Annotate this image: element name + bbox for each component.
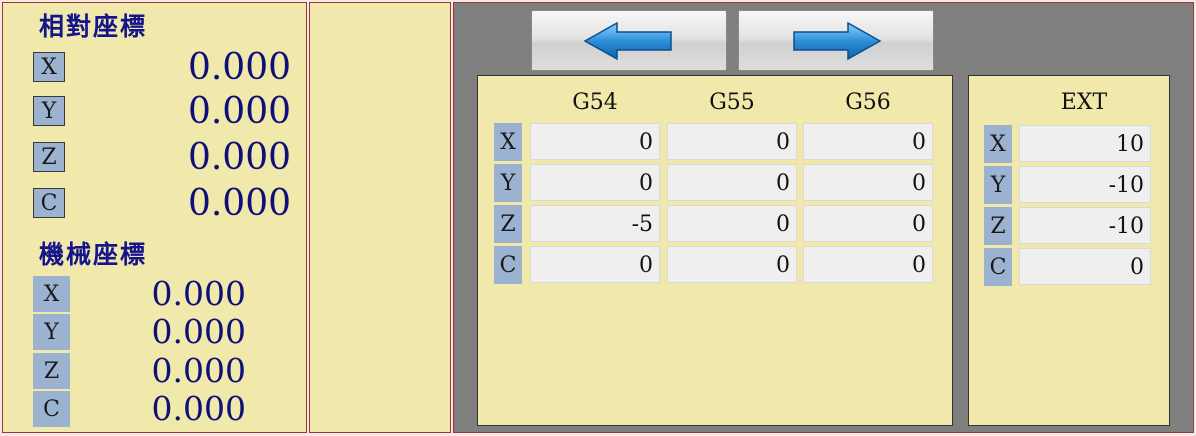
g56-z-cell[interactable]: 0 [803,205,933,242]
column-header-ext: EXT [1060,90,1108,115]
column-header-g55: G55 [709,90,755,115]
machine-row-y: Y 0.000 [31,312,246,351]
offset-axis-x: X [494,123,522,161]
g56-y-cell[interactable]: 0 [803,164,933,201]
g55-z-cell[interactable]: 0 [667,205,797,242]
work-offset-panel: G54 G55 G56 X Y Z C 0 0 0 0 0 0 -5 0 0 0… [453,2,1194,433]
g55-c-cell[interactable]: 0 [667,246,797,283]
ext-axis-z: Z [984,207,1012,245]
machine-z-value: 0.000 [151,351,246,390]
relative-row-z: Z 0.000 [31,137,291,178]
relative-axis-x-button[interactable]: X [33,52,65,82]
relative-y-value: 0.000 [187,91,291,132]
machine-c-value: 0.000 [151,389,246,428]
ext-c-cell[interactable]: 0 [1019,248,1151,285]
arrow-left-icon [583,21,672,60]
g55-x-cell[interactable]: 0 [667,123,797,160]
blank-panel [309,2,451,433]
relative-row-y: Y 0.000 [31,91,291,132]
machine-axis-z-label: Z [33,353,70,389]
offset-axis-c: C [494,246,522,284]
relative-axis-z-button[interactable]: Z [33,142,65,172]
g56-c-cell[interactable]: 0 [803,246,933,283]
relative-row-c: C 0.000 [31,183,291,224]
machine-x-value: 0.000 [151,274,246,313]
column-header-g56: G56 [845,90,891,115]
relative-x-value: 0.000 [187,47,291,88]
column-header-g54: G54 [572,90,618,115]
g56-x-cell[interactable]: 0 [803,123,933,160]
machine-axis-c-label: C [33,391,70,427]
ext-x-cell[interactable]: 10 [1019,125,1151,162]
previous-page-button[interactable] [531,10,727,71]
relative-axis-y-button[interactable]: Y [33,96,65,126]
g54-x-cell[interactable]: 0 [530,123,660,160]
machine-axis-y-label: Y [33,314,70,350]
coordinates-panel: 相對座標 X 0.000 Y 0.000 Z 0.000 C 0.000 機械座… [2,2,307,433]
next-page-button[interactable] [738,10,934,71]
machine-row-c: C 0.000 [31,389,246,428]
machine-y-value: 0.000 [151,312,246,351]
ext-axis-x: X [984,125,1012,163]
machine-axis-x-label: X [33,276,70,312]
machine-coordinates-title: 機械座標 [39,240,148,269]
offset-axis-y: Y [494,164,522,202]
offset-axis-z: Z [494,205,522,243]
relative-c-value: 0.000 [187,183,291,224]
ext-axis-c: C [984,248,1012,286]
relative-row-x: X 0.000 [31,47,291,88]
machine-row-z: Z 0.000 [31,351,246,390]
ext-z-cell[interactable]: -10 [1019,207,1151,244]
arrow-right-icon [793,21,882,60]
relative-z-value: 0.000 [187,137,291,178]
g55-y-cell[interactable]: 0 [667,164,797,201]
g54-y-cell[interactable]: 0 [530,164,660,201]
g54-c-cell[interactable]: 0 [530,246,660,283]
relative-coordinates-title: 相對座標 [39,12,148,41]
ext-y-cell[interactable]: -10 [1019,166,1151,203]
relative-axis-c-button[interactable]: C [33,188,65,218]
work-offset-table: G54 G55 G56 X Y Z C 0 0 0 0 0 0 -5 0 0 0… [477,75,953,426]
ext-axis-y: Y [984,166,1012,204]
machine-row-x: X 0.000 [31,274,246,313]
g54-z-cell[interactable]: -5 [530,205,660,242]
external-offset-table: EXT X Y Z C 10 -10 -10 0 [968,75,1170,426]
